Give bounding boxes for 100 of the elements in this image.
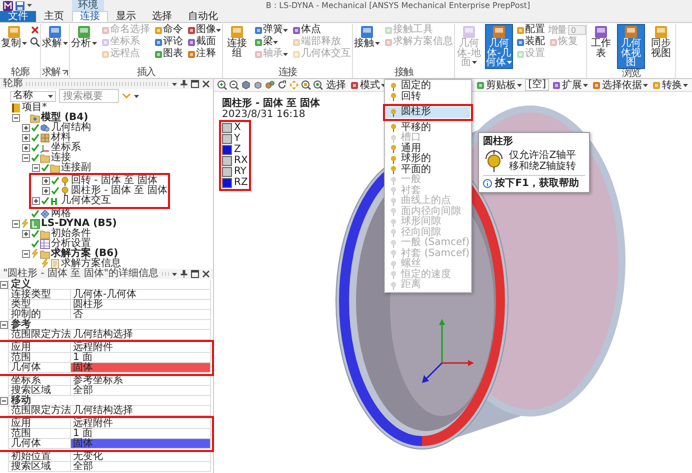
menu-item[interactable]: 平移的 bbox=[386, 122, 470, 133]
ribbon-button[interactable]: 图表 bbox=[153, 48, 184, 60]
toolbar-button[interactable]: 转换 bbox=[651, 80, 689, 90]
property-value[interactable]: 圆柱形 bbox=[70, 300, 211, 310]
ribbon-button[interactable]: 配置 bbox=[515, 24, 546, 36]
tree-toggle[interactable] bbox=[32, 197, 40, 205]
ribbon-button[interactable]: 截面 bbox=[186, 36, 222, 48]
tree-item[interactable]: 材料 bbox=[51, 133, 71, 143]
ribbon-tab[interactable]: 连接 bbox=[72, 11, 108, 22]
property-name: 应用 bbox=[8, 419, 70, 429]
tree-toggle[interactable] bbox=[22, 250, 30, 258]
menu-item[interactable]: 固定的 bbox=[386, 81, 470, 92]
ribbon-button[interactable]: 评论 bbox=[153, 36, 184, 48]
ribbon-button[interactable]: 几何体-几何体 bbox=[485, 24, 513, 68]
ribbon-button[interactable]: 梁 bbox=[253, 36, 289, 48]
delete-icon[interactable] bbox=[30, 25, 40, 35]
tree-item[interactable]: 连接 bbox=[51, 153, 71, 163]
tree-toggle[interactable] bbox=[42, 177, 50, 185]
ribbon-button[interactable]: 同步视图 bbox=[647, 24, 675, 59]
dof-label: Y bbox=[234, 134, 240, 144]
ribbon-button[interactable]: 命令 bbox=[153, 24, 184, 36]
menu-item[interactable]: 平面的 bbox=[386, 164, 470, 175]
tree-toggle[interactable] bbox=[32, 164, 40, 172]
tree-item[interactable]: 求解方案 (B6) bbox=[51, 249, 118, 259]
ribbon-tab[interactable]: 显示 bbox=[108, 11, 144, 22]
tree-toggle[interactable] bbox=[22, 154, 30, 162]
ribbon-tab[interactable]: 自动化 bbox=[180, 11, 226, 22]
toolbar-button[interactable]: 剪贴板 bbox=[475, 80, 524, 90]
property-value[interactable]: 远程附件 bbox=[70, 343, 211, 353]
tree-toggle[interactable] bbox=[12, 114, 20, 122]
ribbon-button[interactable]: 连接组 bbox=[223, 24, 251, 59]
ribbon-button[interactable]: 弹簧 bbox=[253, 24, 289, 36]
ribbon-button[interactable]: 分析 bbox=[70, 24, 98, 50]
maximize-icon[interactable] bbox=[191, 80, 199, 88]
tree-item[interactable]: 几何结构 bbox=[51, 123, 91, 133]
ribbon-button[interactable]: 几何体视图 bbox=[617, 24, 645, 68]
property-value[interactable]: 全部 bbox=[70, 386, 211, 396]
toolbar-button[interactable]: 扩展 bbox=[551, 80, 589, 90]
menu-item[interactable]: 球形的 bbox=[386, 154, 470, 164]
section-toggle[interactable] bbox=[0, 397, 8, 405]
rotate-icon[interactable] bbox=[277, 80, 287, 90]
property-value[interactable]: 几何结构选择 bbox=[70, 406, 211, 416]
section-toggle[interactable] bbox=[0, 281, 8, 289]
tree-item[interactable]: 几何体交互 bbox=[61, 196, 111, 206]
property-value[interactable]: 固体 bbox=[70, 363, 211, 373]
ribbon-button[interactable]: 求解 bbox=[41, 24, 69, 50]
zoom-fit-icon[interactable] bbox=[313, 80, 323, 90]
tree-item[interactable]: 初始条件 bbox=[51, 229, 91, 239]
pin-icon[interactable] bbox=[180, 270, 188, 278]
group-label: 连接 bbox=[278, 68, 296, 78]
menu-item[interactable]: 回转 bbox=[386, 92, 470, 102]
ribbon-button[interactable]: 体点 bbox=[291, 24, 352, 36]
toolbar-button[interactable]: 模式 bbox=[349, 80, 387, 90]
zoom-in-icon[interactable] bbox=[217, 80, 227, 90]
tree-toggle[interactable] bbox=[42, 187, 50, 195]
toolbar-button[interactable]: 选择依据 bbox=[591, 80, 649, 90]
tree-toggle[interactable] bbox=[22, 230, 30, 238]
ribbon-button[interactable]: 装配 bbox=[515, 36, 546, 48]
property-value[interactable]: 全部 bbox=[70, 462, 211, 472]
tree-item[interactable]: 项目* bbox=[22, 103, 47, 113]
property-value[interactable]: 否 bbox=[70, 310, 211, 320]
property-value[interactable]: 远程附件 bbox=[70, 419, 211, 429]
tree-item[interactable]: 坐标系 bbox=[51, 143, 81, 153]
ribbon-button[interactable]: 复制 bbox=[0, 24, 28, 50]
save-icon[interactable] bbox=[15, 0, 25, 10]
tree-toggle[interactable] bbox=[22, 134, 30, 142]
ribbon-button[interactable]: 注释 bbox=[186, 48, 222, 60]
cubes-icon[interactable] bbox=[265, 80, 275, 90]
tree-item[interactable]: 模型 (B4) bbox=[41, 113, 88, 123]
ribbon-button[interactable]: 工作表 bbox=[587, 24, 615, 59]
zoom-out-icon[interactable] bbox=[229, 80, 239, 90]
close-icon[interactable] bbox=[202, 80, 210, 88]
menu-item[interactable]: 圆柱形 bbox=[386, 107, 470, 118]
search-icon[interactable] bbox=[30, 37, 40, 47]
ribbon-button[interactable]: 图像 bbox=[186, 24, 222, 36]
tree-toggle[interactable] bbox=[12, 220, 20, 228]
launcher-icon[interactable] bbox=[62, 70, 68, 76]
tree-item[interactable]: LS-DYNA (B5) bbox=[41, 219, 117, 229]
search-field[interactable]: 搜索概要 bbox=[59, 89, 119, 103]
tree-toggle[interactable] bbox=[22, 144, 30, 152]
tree-toggle[interactable] bbox=[22, 124, 30, 132]
zoom-box-icon[interactable] bbox=[301, 80, 311, 90]
file-menu-tab[interactable]: 文件 bbox=[0, 11, 36, 22]
tree-item[interactable]: 连接副 bbox=[61, 163, 91, 173]
ribbon-button[interactable]: 接触 bbox=[353, 24, 381, 50]
toolbar-button[interactable]: 选择 bbox=[325, 80, 347, 90]
app-icon[interactable] bbox=[3, 0, 13, 10]
ribbon-tab[interactable]: 主页 bbox=[36, 11, 72, 22]
tree-item[interactable]: 求解方案信息 bbox=[61, 259, 121, 269]
property-value[interactable]: 几何结构选择 bbox=[70, 330, 211, 340]
pin-icon[interactable] bbox=[180, 80, 188, 88]
property-value[interactable]: 几何体-几何体 bbox=[70, 290, 211, 300]
ribbon-tab[interactable]: 选择 bbox=[144, 11, 180, 22]
maximize-icon[interactable] bbox=[191, 270, 199, 278]
filter-dropdown[interactable]: 名称 bbox=[10, 90, 56, 102]
menu-item[interactable]: 通用 bbox=[386, 144, 470, 154]
section-toggle[interactable] bbox=[0, 321, 8, 329]
tree-item[interactable]: 圆柱形 - 固体 至 固体 bbox=[71, 186, 168, 196]
close-icon[interactable] bbox=[202, 270, 210, 278]
tree-item[interactable]: 回转 - 固体 至 固体 bbox=[71, 176, 158, 186]
